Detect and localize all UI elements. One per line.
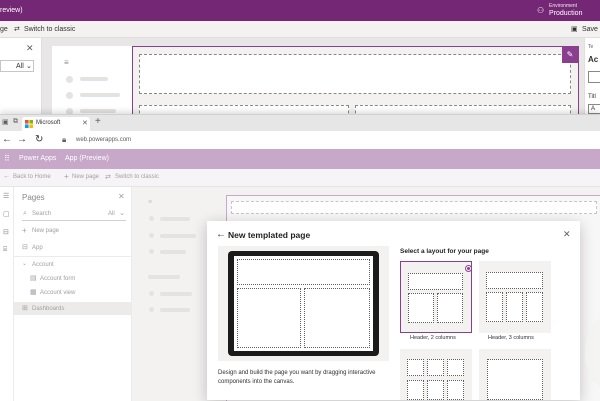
- layout-option-header-3-columns[interactable]: [479, 261, 551, 333]
- preview-column-1: [237, 288, 301, 348]
- left-rail: ☰ ▢ ⊟ ⌸: [0, 187, 14, 401]
- brand-name[interactable]: Power Apps: [19, 155, 56, 162]
- new-tab-button[interactable]: +: [95, 116, 101, 127]
- lock-icon: 🔒︎: [62, 135, 67, 144]
- close-icon[interactable]: ✕: [26, 43, 34, 54]
- browser-tab[interactable]: Microsoft ✕: [22, 117, 90, 131]
- pages-filter[interactable]: All: [108, 211, 115, 217]
- plus-icon: +: [64, 172, 69, 181]
- hamburger-icon: ≡: [64, 58, 69, 67]
- pages-new-page[interactable]: + New page: [22, 225, 122, 237]
- dialog-title: New templated page: [228, 230, 311, 240]
- layout-option-single[interactable]: [479, 349, 551, 400]
- layout-label-header-3-columns: Header, 3 columns: [488, 335, 534, 341]
- tab-close-icon[interactable]: ✕: [82, 119, 88, 127]
- back-command-bar: ge ⇄ Switch to classic ▣ Save: [0, 21, 600, 38]
- new-templated-page-dialog: ← New templated page ✕ Design and build …: [207, 221, 580, 400]
- environment-label: Environment: [549, 3, 578, 9]
- page-item-account-form[interactable]: ▤ Account form: [30, 273, 126, 285]
- hamburger-icon: ≡: [148, 199, 153, 206]
- page-item-account-view[interactable]: ▦ Account view: [30, 287, 126, 299]
- microsoft-logo-icon: [25, 120, 33, 128]
- environment-value[interactable]: Production: [549, 10, 582, 17]
- close-pages-icon[interactable]: ✕: [118, 192, 125, 201]
- powerapps-header: ⠿ Power Apps App (Preview): [0, 149, 600, 169]
- chevron-down-icon: ⌄: [26, 63, 32, 70]
- search-icon: ⌕: [23, 210, 27, 217]
- layout-label-header-2-columns: Header, 2 columns: [410, 335, 456, 341]
- preview-header: [237, 259, 370, 285]
- app-name: App (Preview): [65, 155, 109, 162]
- dialog-back-icon[interactable]: ←: [216, 229, 226, 240]
- edit-pencil-icon[interactable]: ✎: [562, 47, 578, 63]
- back-header-placeholder: [139, 54, 571, 94]
- layout-preview: [218, 246, 389, 361]
- pages-title: Pages: [22, 193, 45, 202]
- back-to-home-button[interactable]: Back to Home: [13, 174, 51, 180]
- background-app-window: review) ⚇ Environment Production ge ⇄ Sw…: [0, 0, 600, 135]
- refresh-icon[interactable]: ↻: [35, 134, 43, 145]
- page-item-dashboards[interactable]: ⊞ Dashboards: [14, 302, 132, 315]
- dialog-close-icon[interactable]: ✕: [563, 229, 571, 240]
- radio-selected-icon[interactable]: [465, 265, 472, 272]
- back-filter-select[interactable]: All ⌄: [0, 60, 34, 72]
- canvas-sidebar-skeleton: ≡: [132, 195, 208, 401]
- forward-arrow-icon[interactable]: →: [17, 134, 27, 145]
- back-property-input[interactable]: [588, 71, 600, 83]
- back-arrow-icon[interactable]: ←: [2, 134, 12, 145]
- environment-icon: ⚇: [537, 6, 545, 15]
- switch-icon: ⇄: [14, 26, 20, 33]
- tab-bar: ▣ ⧉ Microsoft ✕ +: [0, 115, 600, 131]
- back-title-input[interactable]: A: [588, 104, 600, 114]
- data-rail-icon[interactable]: ⌸: [3, 246, 7, 254]
- back-to-home-icon: ←: [3, 173, 10, 180]
- back-title: review): [0, 7, 23, 14]
- form-icon: ▤: [30, 275, 37, 282]
- chevron-down-icon: ⌄: [119, 210, 125, 217]
- new-page-button[interactable]: New page: [72, 174, 99, 180]
- back-title-bar: review) ⚇ Environment Production: [0, 0, 600, 21]
- page-item-app[interactable]: ⊟ App: [22, 242, 126, 254]
- layout-prompt: Select a layout for your page: [400, 248, 489, 255]
- back-switch-classic[interactable]: Switch to classic: [24, 26, 75, 33]
- app-icon: ⊟: [22, 244, 28, 251]
- divider: [14, 256, 132, 257]
- pages-rail-icon[interactable]: ☰: [3, 192, 9, 200]
- switch-to-classic-button[interactable]: Switch to classic: [115, 174, 159, 180]
- view-icon: ▦: [30, 289, 37, 296]
- canvas-header-skeleton: [231, 201, 597, 214]
- layout-option-header-2-columns[interactable]: [400, 261, 472, 333]
- tab-list-icon[interactable]: ⧉: [13, 118, 18, 126]
- powerapps-command-bar: ← Back to Home + New page ⇄ Switch to cl…: [0, 169, 600, 187]
- back-save-button[interactable]: Save: [582, 26, 598, 33]
- plus-icon: +: [22, 226, 27, 235]
- layout-option-grid[interactable]: [400, 349, 472, 400]
- tree-rail-icon[interactable]: ⊟: [3, 228, 9, 236]
- pages-search[interactable]: ⌕ Search All ⌄: [22, 209, 126, 221]
- switch-icon: ⇄: [105, 174, 111, 181]
- app-launcher-icon[interactable]: ⠿: [4, 154, 10, 163]
- page-rail-icon[interactable]: ▢: [3, 210, 10, 218]
- url-field[interactable]: web.powerapps.com: [76, 137, 131, 143]
- save-icon: ▣: [571, 26, 578, 33]
- back-new-page[interactable]: ge: [0, 26, 8, 33]
- page-item-account[interactable]: ⌄ Account: [22, 259, 126, 271]
- chevron-down-icon: ⌄: [22, 261, 28, 267]
- preview-column-2: [304, 288, 370, 348]
- tab-actions-icon[interactable]: ▣: [2, 118, 9, 126]
- dashboard-icon: ⊞: [22, 305, 28, 312]
- tablet-frame: [228, 251, 379, 356]
- dialog-description: Design and build the page you want by dr…: [218, 370, 376, 385]
- pages-panel: Pages ✕ ⌕ Search All ⌄ + New page ⊟ App …: [14, 187, 132, 401]
